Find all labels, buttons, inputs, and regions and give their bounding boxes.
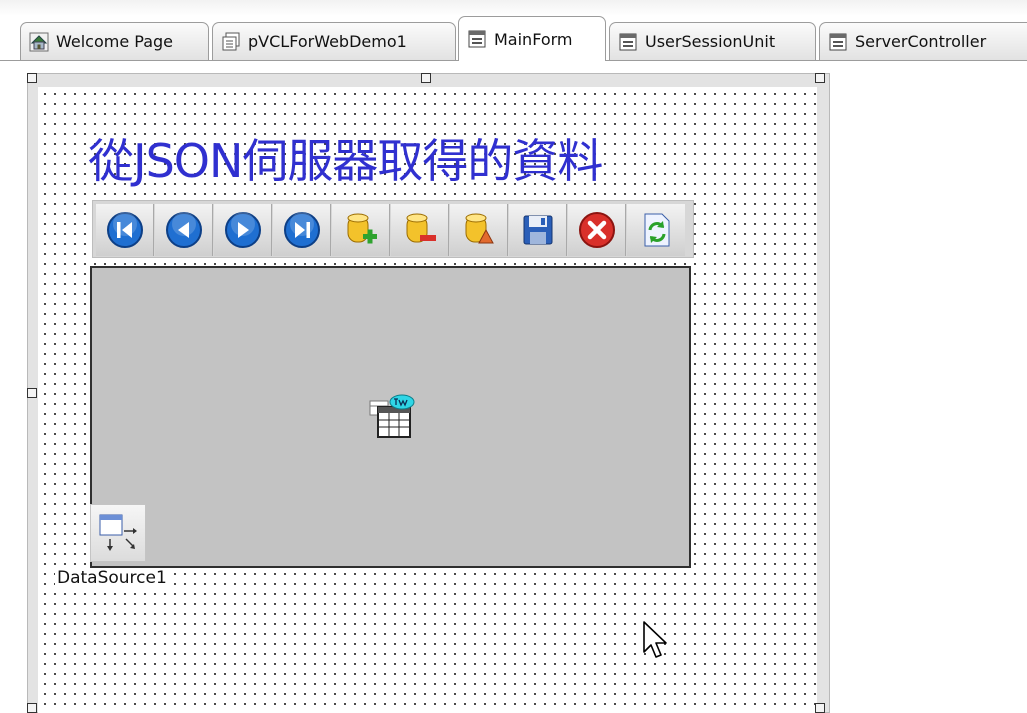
- insert-record-icon: [347, 213, 377, 244]
- resize-handle-left[interactable]: [27, 388, 37, 398]
- cancel-record-icon: [578, 212, 615, 248]
- last-record-button[interactable]: [273, 204, 331, 256]
- tab-strip-background: [0, 0, 1027, 16]
- tab-label: ServerController: [855, 32, 987, 51]
- resize-handle-top[interactable]: [421, 73, 431, 83]
- refresh-record-button[interactable]: [627, 204, 685, 256]
- edit-record-icon: [465, 213, 494, 244]
- resize-handle-bottom-right[interactable]: [815, 703, 825, 713]
- tab-servercontroller[interactable]: ServerController: [819, 22, 1027, 60]
- tab-label: pVCLForWebDemo1: [248, 32, 407, 51]
- tab-label: UserSessionUnit: [645, 32, 776, 51]
- next-record-icon: [224, 212, 261, 248]
- resize-handle-bottom-left[interactable]: [27, 703, 37, 713]
- tab-label: MainForm: [494, 29, 573, 49]
- refresh-record-icon: [644, 213, 670, 247]
- db-grid-component-icon: [369, 394, 415, 438]
- tab-welcome-page[interactable]: Welcome Page: [20, 22, 209, 60]
- cancel-record-button[interactable]: [568, 204, 626, 256]
- delete-record-icon: [406, 213, 436, 243]
- first-record-button[interactable]: [96, 204, 154, 256]
- form-icon: [468, 30, 486, 48]
- resize-handle-top-left[interactable]: [27, 73, 37, 83]
- datasource-component[interactable]: [90, 504, 146, 562]
- form-icon: [619, 33, 637, 50]
- prior-record-icon: [165, 212, 202, 248]
- mouse-pointer-icon: [643, 621, 667, 658]
- datasource-caption: DataSource1: [55, 568, 169, 588]
- first-record-icon: [106, 212, 143, 248]
- prior-record-button[interactable]: [155, 204, 213, 256]
- next-record-button[interactable]: [214, 204, 272, 256]
- project-icon: [222, 32, 240, 50]
- tab-mainform[interactable]: MainForm: [458, 16, 606, 61]
- datasource-icon: [99, 514, 137, 551]
- edit-record-button[interactable]: [450, 204, 508, 256]
- post-record-icon: [523, 215, 552, 245]
- post-record-button[interactable]: [509, 204, 567, 256]
- resize-handle-top-right[interactable]: [815, 73, 825, 83]
- form-title-label[interactable]: 從JSON伺服器取得的資料: [88, 132, 713, 190]
- tab-usersessionunit[interactable]: UserSessionUnit: [609, 22, 816, 60]
- tab-label: Welcome Page: [56, 32, 174, 51]
- delete-record-button[interactable]: [391, 204, 449, 256]
- db-navigator[interactable]: [92, 200, 694, 258]
- editor-tab-strip: Welcome Page pVCLForWebDemo1 MainForm Us…: [0, 0, 1027, 62]
- form-icon: [829, 33, 847, 50]
- tab-pvclforwebdemo1[interactable]: pVCLForWebDemo1: [212, 22, 456, 60]
- insert-record-button[interactable]: [332, 204, 390, 256]
- home-icon: [29, 32, 49, 51]
- last-record-icon: [283, 212, 320, 248]
